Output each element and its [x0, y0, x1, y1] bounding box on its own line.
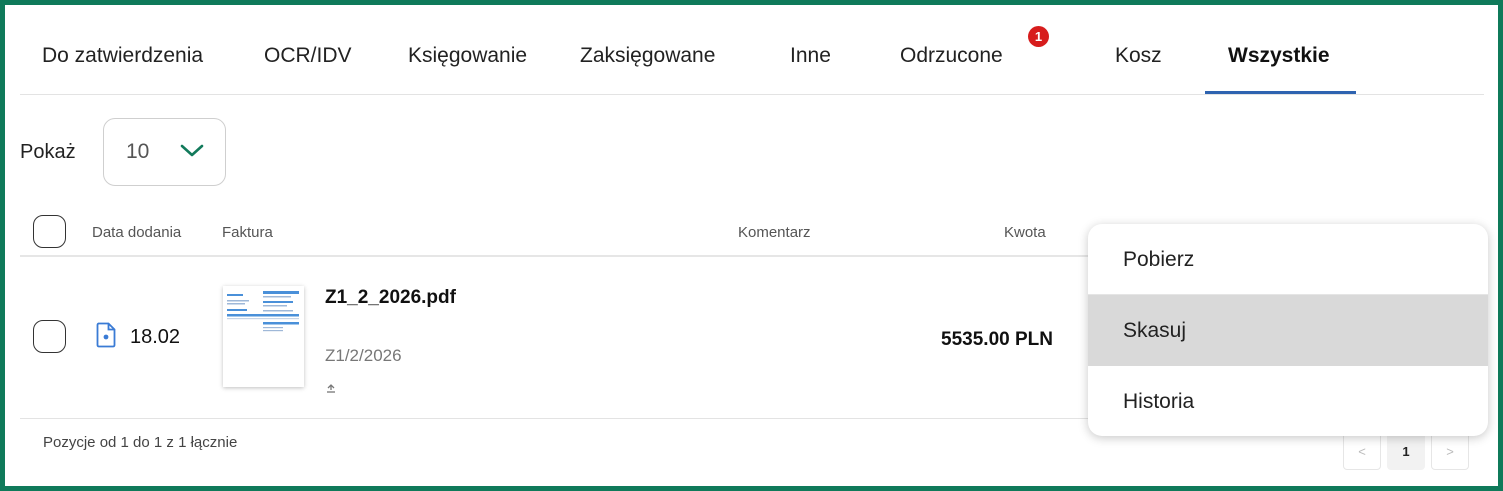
prev-page-button[interactable]: < — [1343, 432, 1381, 470]
odrzucone-count-badge: 1 — [1028, 26, 1049, 47]
tab-kosz[interactable]: Kosz — [1115, 44, 1162, 68]
chevron-down-icon — [180, 144, 204, 157]
menu-item-skasuj[interactable]: Skasuj — [1088, 295, 1488, 366]
row-context-menu: Pobierz Skasuj Historia — [1088, 224, 1488, 436]
tab-ksiegowanie[interactable]: Księgowanie — [408, 44, 527, 68]
column-header-comment[interactable]: Komentarz — [738, 224, 811, 241]
menu-item-historia[interactable]: Historia — [1088, 366, 1488, 436]
tab-odrzucone[interactable]: Odrzucone — [900, 44, 1003, 68]
chevron-left-icon: < — [1358, 443, 1366, 459]
header-divider — [20, 255, 1090, 257]
tab-inne[interactable]: Inne — [790, 44, 831, 68]
invoice-number: Z1/2/2026 — [325, 346, 402, 365]
page-size-select[interactable]: 10 — [103, 118, 226, 186]
invoice-filename[interactable]: Z1_2_2026.pdf — [325, 287, 456, 309]
file-icon — [96, 322, 116, 348]
tab-zaksiegowane[interactable]: Zaksięgowane — [580, 44, 715, 68]
row-date: 18.02 — [130, 326, 181, 348]
row-checkbox[interactable] — [33, 320, 66, 353]
invoice-thumbnail[interactable] — [223, 286, 304, 387]
next-page-button[interactable]: > — [1431, 432, 1469, 470]
row-divider — [20, 418, 1090, 419]
upload-icon — [327, 384, 335, 393]
invoice-preview-image — [227, 291, 299, 332]
column-header-date[interactable]: Data dodania — [92, 224, 181, 241]
select-all-checkbox[interactable] — [33, 215, 66, 248]
page-1-button[interactable]: 1 — [1387, 432, 1425, 470]
tab-bar: Do zatwierdzenia OCR/IDV Księgowanie Zak… — [20, 0, 1484, 95]
tab-do-zatwierdzenia[interactable]: Do zatwierdzenia — [42, 44, 203, 68]
page-size-value: 10 — [126, 140, 150, 163]
pagination-summary: Pozycje od 1 do 1 z 1 łącznie — [43, 434, 238, 451]
row-amount: 5535.00 PLN — [941, 329, 1053, 350]
tab-ocr-idv[interactable]: OCR/IDV — [264, 44, 352, 68]
tab-wszystkie[interactable]: Wszystkie — [1228, 44, 1330, 68]
active-tab-indicator — [1205, 91, 1356, 94]
column-header-invoice[interactable]: Faktura — [222, 224, 273, 241]
chevron-right-icon: > — [1446, 443, 1454, 459]
column-header-amount[interactable]: Kwota — [1004, 224, 1046, 241]
show-label: Pokaż — [20, 141, 76, 163]
menu-item-pobierz[interactable]: Pobierz — [1088, 224, 1488, 295]
